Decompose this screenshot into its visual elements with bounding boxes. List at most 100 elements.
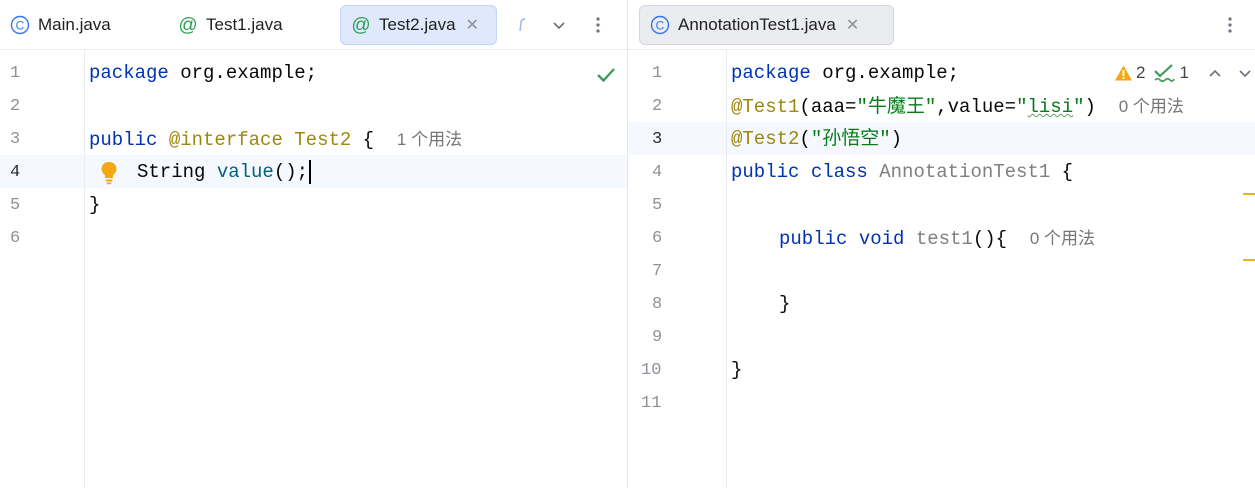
code-line-4[interactable]: public class AnnotationTest1 { [731,156,1073,189]
annotation-name: @Test2 [731,128,800,150]
code-line-4[interactable]: String value(); [137,156,312,189]
annotation-name: @Test1 [731,96,800,118]
code-line-10[interactable]: } [731,354,742,387]
inspection-widget[interactable]: 2 1 [1114,63,1253,83]
keyword: public [89,129,158,151]
code-text: org.example; [810,62,960,84]
keyword: public class [731,161,880,183]
annotation-keyword: @interface [168,129,283,151]
line-number: 9 [652,328,663,347]
code-text: { [1050,161,1074,183]
gutter-divider [726,50,727,488]
weak-warning-count: 1 [1179,63,1189,82]
svg-text:@: @ [178,15,197,35]
code-text: ) [1084,96,1096,118]
left-tab-bar: C Main.java @ Test1.java @ Test2.java ✕ [0,0,627,50]
code-line-8[interactable]: } [779,288,790,321]
code-line-1[interactable]: package org.example; [89,57,317,90]
code-line-2[interactable]: @Test1(aaa="牛魔王",value="lisi") 0 个用法 [731,90,1184,123]
line-number: 2 [652,97,663,116]
right-editor-pane: C AnnotationTest1.java ✕ 1 2 3 4 5 6 7 8… [628,0,1255,488]
code-text: org.example; [168,62,318,84]
string-literal: "牛魔王" [856,96,937,118]
chevron-up-icon[interactable] [1207,65,1223,81]
code-line-3[interactable]: @Test2("孙悟空") [731,123,902,156]
type-name: String [137,161,217,183]
class-name: AnnotationTest1 [879,161,1051,183]
weak-warning-icon [1153,63,1176,83]
string-literal: "孙悟空" [810,128,891,150]
line-number: 7 [652,262,663,281]
line-number: 4 [10,163,21,182]
line-number: 11 [641,394,662,413]
warning-stripe-marker[interactable] [1243,259,1255,261]
usages-hint[interactable]: 0 个用法 [1119,97,1184,116]
chevron-down-icon[interactable] [1237,65,1253,81]
line-number: 10 [641,361,662,380]
svg-text:@: @ [351,15,370,35]
svg-text:C: C [16,19,25,33]
close-icon[interactable]: ✕ [846,15,859,35]
line-number: 5 [10,196,21,215]
class-icon: C [10,15,30,35]
svg-text:C: C [656,19,665,33]
right-tab-bar: C AnnotationTest1.java ✕ [628,0,1255,50]
tab-annotationtest1-java[interactable]: C AnnotationTest1.java ✕ [639,5,894,45]
usages-hint[interactable]: 0 个用法 [1030,229,1095,248]
usages-hint[interactable]: 1 个用法 [397,130,462,149]
text-caret [309,159,312,184]
keyword: public void [779,228,916,250]
code-line-6[interactable]: public void test1(){ 0 个用法 [779,222,1095,255]
line-number: 2 [10,97,21,116]
class-icon: C [650,15,670,35]
code-text: ( [799,128,811,150]
line-number: 8 [652,295,663,314]
tab-overflow-icon[interactable] [510,12,534,38]
keyword: package [731,62,811,84]
code-line-1[interactable]: package org.example; [731,57,959,90]
method-name: test1 [915,228,973,250]
line-number: 3 [10,130,21,149]
line-number: 5 [652,196,663,215]
line-number: 4 [652,163,663,182]
warning-stripe-marker[interactable] [1243,193,1255,195]
code-text: ) [890,128,903,150]
code-text: } [779,293,791,315]
tab-test1-java[interactable]: @ Test1.java [168,5,293,45]
line-number: 6 [10,229,21,248]
code-text: } [731,359,743,381]
line-number: 1 [10,64,21,83]
code-text: } [89,194,101,216]
tab-label: Test2.java [379,15,456,34]
keyword: package [89,62,169,84]
chevron-down-icon[interactable] [547,12,571,38]
string-quote: " [1073,96,1085,118]
tab-test2-java[interactable]: @ Test2.java ✕ [340,5,497,45]
typo-word: lisi [1027,96,1074,118]
current-line-highlight [628,122,1255,155]
method-name: value [216,161,274,183]
close-icon[interactable]: ✕ [466,15,479,35]
code-line-3[interactable]: public @interface Test2 { 1 个用法 [89,123,462,156]
string-quote: " [1016,96,1028,118]
annotation-icon: @ [178,15,198,35]
tab-label: Test1.java [206,15,283,34]
more-options-icon[interactable] [1218,12,1242,38]
code-text: (aaa= [799,96,857,118]
annotation-icon: @ [351,15,371,35]
lightbulb-icon[interactable] [99,160,119,186]
annotation-name: Test2 [294,129,352,151]
left-editor-pane: C Main.java @ Test1.java @ Test2.java ✕ [0,0,627,488]
warning-icon [1114,64,1133,82]
line-number: 1 [652,64,663,83]
warning-count: 2 [1136,63,1146,82]
code-text: (); [273,161,309,183]
more-options-icon[interactable] [586,12,610,38]
tab-label: AnnotationTest1.java [678,15,836,34]
check-icon[interactable] [596,66,616,89]
code-line-5[interactable]: } [89,189,100,222]
line-number: 6 [652,229,663,248]
line-number: 3 [652,130,663,149]
current-line-highlight [0,155,627,188]
tab-main-java[interactable]: C Main.java [0,5,121,45]
